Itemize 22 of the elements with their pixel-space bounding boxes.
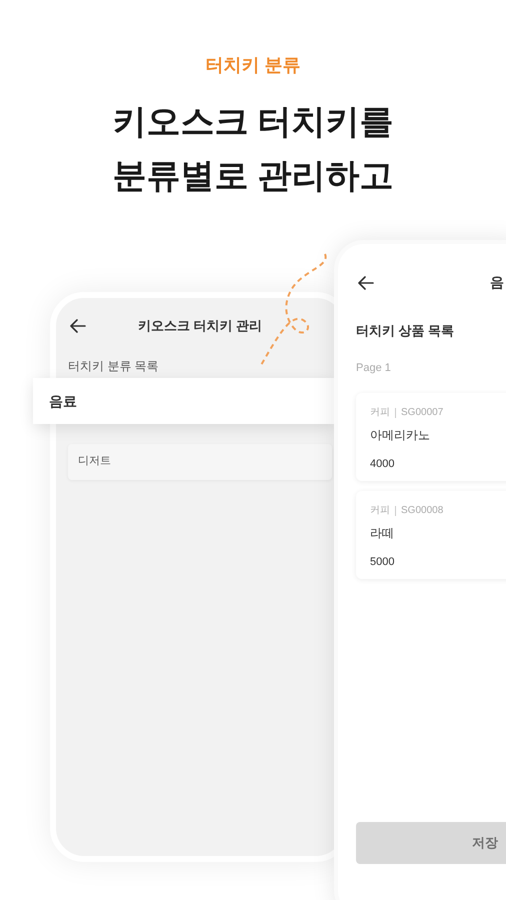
section-label: 터치키 분류 목록	[68, 358, 159, 372]
product-price: 5000	[370, 555, 396, 570]
screen-title: 키오스크 터치키 관리	[138, 317, 262, 335]
product-name: 아메리카노	[370, 427, 431, 444]
category-text: 커피	[370, 504, 390, 518]
section-label: 터치키 상품 목록	[356, 323, 454, 338]
product-name: 라떼	[370, 525, 395, 542]
back-arrow-icon[interactable]	[358, 276, 374, 290]
category-item[interactable]: 음료	[33, 378, 334, 424]
product-price: 4000	[370, 457, 396, 472]
back-arrow-icon[interactable]	[70, 318, 86, 333]
product-card[interactable]: 커피 SG00008 라떼 5000	[356, 491, 506, 579]
screen-title: 음	[490, 273, 504, 292]
headline-text: 분류별로 관리하고	[112, 156, 394, 197]
page-label: Page 1	[356, 362, 391, 374]
category-text: 커피	[370, 406, 390, 420]
code-text: SG00008	[401, 504, 444, 518]
code-text: SG00007	[401, 406, 444, 420]
category-item[interactable]: 디저트	[68, 444, 332, 480]
product-card[interactable]: 커피 SG00007 아메리카노 4000	[356, 393, 506, 481]
headline-text: 키오스크 터치키를	[112, 102, 394, 143]
eyebrow-text: 터치키 분류	[205, 54, 300, 77]
